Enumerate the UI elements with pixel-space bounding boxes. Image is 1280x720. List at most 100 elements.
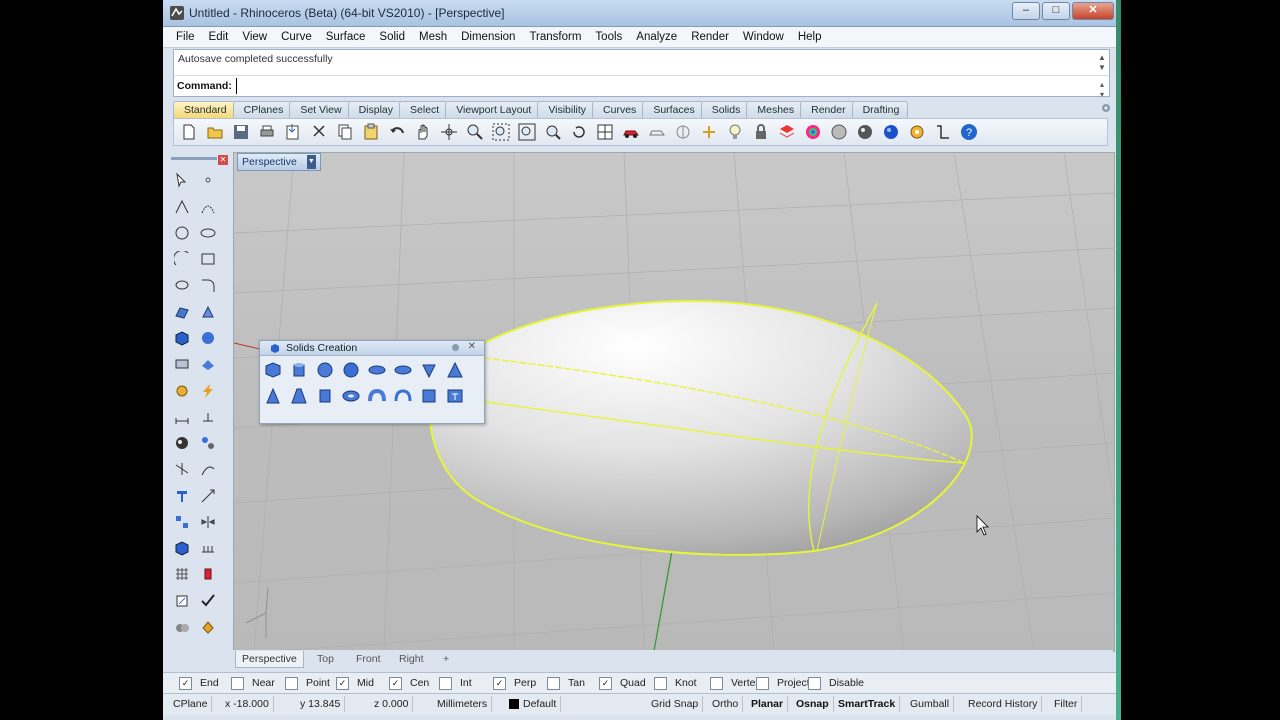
curve-cv-icon[interactable] — [196, 195, 220, 219]
print-icon[interactable] — [256, 121, 278, 143]
tab-surfaces[interactable]: Surfaces — [642, 101, 704, 118]
truncated-cone-icon[interactable] — [288, 385, 310, 407]
osnap-quad[interactable]: ✓ Quad — [599, 676, 646, 690]
viewport-tab-right[interactable]: Right — [393, 651, 430, 667]
osnap-knot-checkbox[interactable] — [654, 676, 667, 690]
tab-viewport-layout[interactable]: Viewport Layout — [445, 101, 541, 118]
undo-view-icon[interactable] — [568, 121, 590, 143]
osnap-mid-checkbox[interactable]: ✓ — [336, 676, 349, 690]
color-wheel-icon[interactable] — [802, 121, 824, 143]
osnap-perp[interactable]: ✓ Perp — [493, 676, 536, 690]
tab-set-view[interactable]: Set View — [289, 101, 351, 118]
transform-gear-icon[interactable] — [170, 379, 194, 403]
osnap-point[interactable]: Point — [285, 676, 330, 690]
menu-dimension[interactable]: Dimension — [454, 31, 522, 43]
circle-icon[interactable] — [170, 221, 194, 245]
box-solid-icon[interactable] — [262, 359, 284, 381]
zoom-icon[interactable] — [464, 121, 486, 143]
menu-transform[interactable]: Transform — [522, 31, 588, 43]
cone-icon[interactable] — [262, 385, 284, 407]
rotate-view-icon[interactable] — [438, 121, 460, 143]
import-icon[interactable] — [282, 121, 304, 143]
open-folder-icon[interactable] — [204, 121, 226, 143]
shaded-sphere-icon[interactable] — [828, 121, 850, 143]
left-toolbar-close-icon[interactable]: ✕ — [218, 155, 228, 165]
menu-solid[interactable]: Solid — [372, 31, 412, 43]
text-object-icon[interactable] — [196, 405, 220, 429]
osnap-mid[interactable]: ✓ Mid — [336, 676, 374, 690]
polyline-icon[interactable] — [170, 195, 194, 219]
mesh-icon[interactable] — [170, 352, 194, 376]
tab-render[interactable]: Render — [800, 101, 855, 118]
status-osnap[interactable]: Osnap — [792, 696, 834, 712]
viewport-title-label[interactable]: Perspective ▼ — [237, 153, 321, 171]
point-icon[interactable] — [196, 168, 220, 192]
cylinder-icon[interactable] — [314, 385, 336, 407]
cone-flyout-icon[interactable] — [418, 359, 440, 381]
ellipse-icon[interactable] — [196, 221, 220, 245]
points-icon[interactable] — [698, 121, 720, 143]
surface-from-points-icon[interactable] — [170, 300, 194, 324]
floating-toolbar-titlebar[interactable]: Solids Creation ✕ — [260, 341, 484, 356]
osnap-project-checkbox[interactable] — [756, 676, 769, 690]
material-sphere-icon[interactable] — [880, 121, 902, 143]
grid-points-icon[interactable] — [196, 536, 220, 560]
split-icon[interactable] — [196, 457, 220, 481]
osnap-knot[interactable]: Knot — [654, 676, 697, 690]
status-smarttrack[interactable]: SmartTrack — [834, 696, 901, 712]
floating-toolbar-gear-icon[interactable] — [451, 343, 460, 352]
rectangle-icon[interactable] — [196, 247, 220, 271]
tab-curves[interactable]: Curves — [592, 101, 646, 118]
render-icon[interactable] — [170, 615, 194, 639]
status-filter[interactable]: Filter — [1050, 696, 1083, 712]
ellipsoid-solid[interactable] — [428, 299, 973, 556]
zoom-window-icon[interactable] — [490, 121, 512, 143]
join-icon[interactable] — [170, 484, 194, 508]
paint-bucket-icon[interactable] — [196, 615, 220, 639]
tab-solids[interactable]: Solids — [700, 101, 750, 118]
tab-standard[interactable]: Standard — [173, 101, 236, 118]
osnap-tan[interactable]: Tan — [547, 676, 585, 690]
point-grid-icon[interactable] — [170, 562, 194, 586]
group-icon[interactable] — [170, 431, 194, 455]
pan-hand-icon[interactable] — [412, 121, 434, 143]
wireframe-car-icon[interactable] — [646, 121, 668, 143]
tab-select[interactable]: Select — [399, 101, 449, 118]
minimize-button[interactable]: – — [1012, 2, 1040, 20]
trim-icon[interactable] — [170, 457, 194, 481]
revolve-icon[interactable] — [196, 300, 220, 324]
zoom-extents-icon[interactable] — [516, 121, 538, 143]
command-dropdown-scroll[interactable]: ▴ ▾ — [1097, 80, 1107, 100]
osnap-vertex[interactable]: Vertex — [710, 676, 761, 690]
status-grid-snap[interactable]: Grid Snap — [647, 696, 704, 712]
menu-tools[interactable]: Tools — [588, 31, 629, 43]
floating-toolbar-close-icon[interactable]: ✕ — [468, 341, 476, 352]
help-icon[interactable]: ? — [958, 121, 980, 143]
new-file-icon[interactable] — [178, 121, 200, 143]
menu-analyze[interactable]: Analyze — [629, 31, 684, 43]
close-button[interactable]: ✕ — [1072, 2, 1114, 20]
mesh-solid-icon[interactable] — [196, 352, 220, 376]
menu-edit[interactable]: Edit — [202, 31, 236, 43]
pipe-flat-icon[interactable] — [392, 385, 414, 407]
toolbar-settings-gear-icon[interactable] — [1100, 102, 1112, 114]
paste-icon[interactable] — [360, 121, 382, 143]
maximize-button[interactable]: □ — [1042, 2, 1070, 20]
osnap-end[interactable]: ✓ End — [179, 676, 219, 690]
osnap-tan-checkbox[interactable] — [547, 676, 560, 690]
osnap-near[interactable]: Near — [231, 676, 275, 690]
viewport-menu-arrow-icon[interactable]: ▼ — [306, 155, 316, 169]
tab-display[interactable]: Display — [347, 101, 403, 118]
add-viewport-tab-icon[interactable]: + — [437, 651, 455, 667]
box-icon[interactable] — [170, 326, 194, 350]
copy-icon[interactable] — [334, 121, 356, 143]
ellipsoid-icon[interactable] — [366, 359, 388, 381]
fillet-curve-icon[interactable] — [196, 273, 220, 297]
mirror-icon[interactable] — [196, 510, 220, 534]
toolbar-grip[interactable] — [171, 157, 217, 160]
pipe-icon[interactable] — [366, 385, 388, 407]
text-solid-icon[interactable] — [444, 385, 466, 407]
osnap-cen[interactable]: ✓ Cen — [389, 676, 429, 690]
status-planar[interactable]: Planar — [747, 696, 789, 712]
osnap-int[interactable]: Int — [439, 676, 472, 690]
